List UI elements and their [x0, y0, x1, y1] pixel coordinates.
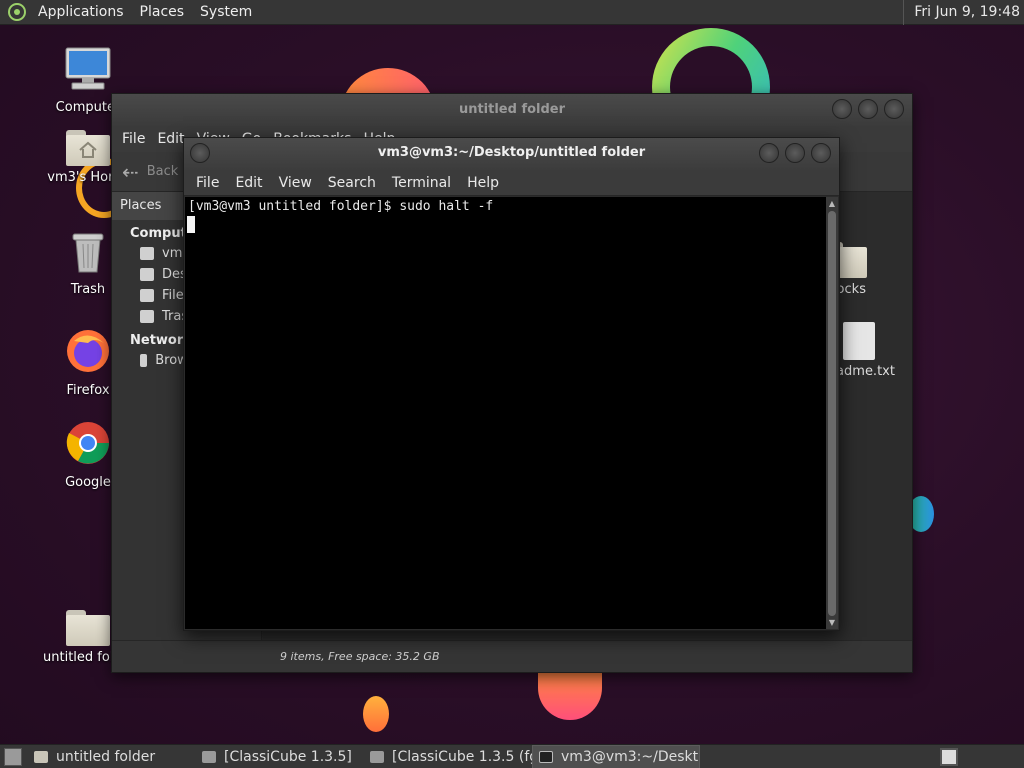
scrollbar-thumb[interactable] [828, 211, 836, 616]
menu-help[interactable]: Help [459, 175, 507, 191]
terminal-command-line: [vm3@vm3 untitled folder]$ sudo halt -f [188, 199, 494, 214]
cube-icon [202, 750, 216, 763]
terminal-cursor [187, 216, 195, 233]
applications-menu[interactable]: Applications [30, 0, 132, 25]
distro-logo-icon[interactable] [8, 3, 26, 21]
show-desktop-icon[interactable] [4, 747, 22, 766]
computer-icon [43, 46, 133, 96]
taskbar-item-classicube[interactable]: [ClassiCube 1.3.5] [196, 745, 364, 768]
places-menu[interactable]: Places [132, 0, 193, 25]
scroll-down-icon[interactable]: ▼ [827, 618, 837, 627]
menu-edit[interactable]: Edit [227, 175, 270, 191]
menu-view[interactable]: View [271, 175, 320, 191]
folder-icon [34, 750, 48, 763]
window-title: untitled folder [458, 102, 566, 117]
taskbar-item-classicube-fg[interactable]: [ClassiCube 1.3.5 (fg... [364, 745, 532, 768]
folder-icon [66, 610, 110, 646]
back-button-label[interactable]: Back [147, 164, 179, 179]
cube-icon [370, 750, 384, 763]
back-arrow-icon[interactable]: ⇠ [122, 160, 139, 184]
taskbar-item-terminal[interactable]: vm3@vm3:~/Deskt... [532, 744, 700, 768]
menu-terminal[interactable]: Terminal [384, 175, 459, 191]
file-manager-titlebar[interactable]: untitled folder [112, 94, 912, 126]
minimize-button[interactable] [832, 99, 852, 119]
terminal-window[interactable]: vm3@vm3:~/Desktop/untitled folder File E… [183, 137, 840, 631]
window-menu-button[interactable] [190, 143, 210, 163]
maximize-button[interactable] [785, 143, 805, 163]
maximize-button[interactable] [858, 99, 878, 119]
terminal-titlebar[interactable]: vm3@vm3:~/Desktop/untitled folder [184, 138, 839, 170]
window-title: vm3@vm3:~/Desktop/untitled folder [377, 145, 646, 160]
home-icon [140, 247, 154, 260]
terminal-menubar: File Edit View Search Terminal Help [184, 170, 839, 196]
top-panel: Applications Places System Fri Jun 9, 19… [0, 0, 1024, 25]
scroll-up-icon[interactable]: ▲ [827, 199, 837, 208]
menu-file[interactable]: File [116, 131, 151, 147]
taskbar-item-untitled-folder[interactable]: untitled folder [28, 745, 196, 768]
wallpaper-bottom-shape [538, 668, 602, 720]
menu-search[interactable]: Search [320, 175, 384, 191]
terminal-icon [539, 750, 553, 763]
panel-clock[interactable]: Fri Jun 9, 19:48 [903, 0, 1020, 25]
wallpaper-dot-shape [363, 696, 389, 732]
workspace-switcher[interactable] [940, 748, 958, 766]
minimize-button[interactable] [759, 143, 779, 163]
desktop: Applications Places System Fri Jun 9, 19… [0, 0, 1024, 768]
trash-icon [140, 310, 154, 323]
network-icon [140, 354, 148, 367]
text-file-icon [842, 322, 875, 360]
desktop-icon [140, 268, 154, 281]
close-button[interactable] [811, 143, 831, 163]
system-menu[interactable]: System [192, 0, 260, 25]
bottom-panel: untitled folder [ClassiCube 1.3.5] [Clas… [0, 744, 1024, 768]
terminal-screen[interactable]: [vm3@vm3 untitled folder]$ sudo halt -f [185, 197, 827, 629]
terminal-scrollbar[interactable]: ▲ ▼ [826, 197, 838, 629]
drive-icon [140, 289, 154, 302]
close-button[interactable] [884, 99, 904, 119]
file-manager-statusbar: 9 items, Free space: 35.2 GB [112, 640, 912, 672]
home-folder-icon [66, 130, 110, 166]
status-text: 9 items, Free space: 35.2 GB [280, 650, 440, 663]
menu-file[interactable]: File [188, 175, 227, 191]
